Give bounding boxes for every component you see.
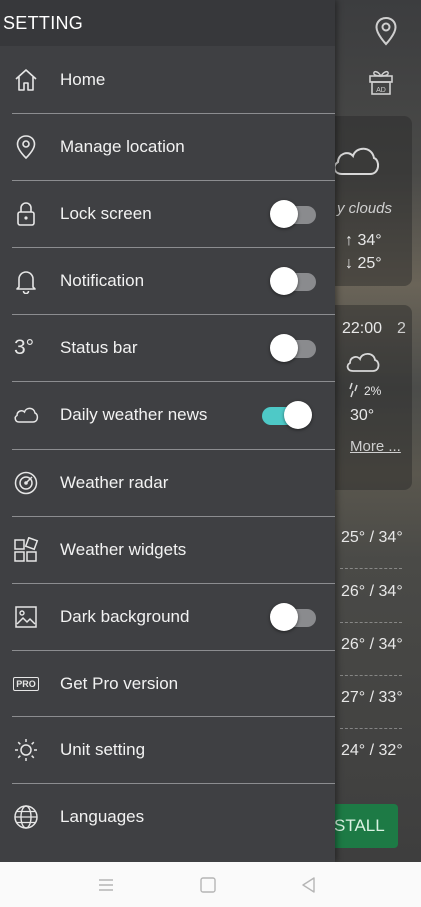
lock-icon (12, 200, 40, 228)
menu-item-lock-screen[interactable]: Lock screen (0, 181, 335, 247)
gift-ad-icon[interactable]: AD (368, 68, 394, 96)
bell-icon (12, 267, 40, 295)
menu-label: Daily weather news (60, 405, 208, 424)
location-pin-icon[interactable] (374, 16, 398, 46)
daily-divider (340, 675, 402, 676)
cloud-icon (333, 147, 380, 175)
high-temp-value: 34° (357, 232, 382, 249)
menu-label: Status bar (60, 338, 138, 357)
menu-label: Weather radar (60, 473, 169, 492)
menu-item-unit-setting[interactable]: Unit setting (0, 717, 335, 783)
toggle-knob (284, 401, 312, 429)
daily-row-1: 25° / 34° (341, 529, 403, 546)
cloud-icon (12, 401, 40, 429)
home-icon (12, 66, 40, 94)
hour-temp: 30° (350, 407, 375, 424)
menu-item-weather-widgets[interactable]: Weather widgets (0, 517, 335, 583)
menu-label: Manage location (60, 137, 185, 156)
system-nav-bar (0, 862, 421, 907)
home-nav-icon[interactable] (197, 874, 219, 896)
condition-text: y clouds (337, 200, 393, 217)
menu-item-notification[interactable]: Notification (0, 248, 335, 314)
daily-row-2: 26° / 34° (341, 583, 403, 600)
high-temp: ↑ 34° (345, 232, 382, 249)
daily-row-5: 24° / 32° (341, 742, 403, 759)
menu-label: Home (60, 70, 106, 89)
menu-label: Unit setting (60, 740, 146, 759)
menu-label: Weather widgets (60, 540, 187, 559)
radar-icon (12, 469, 40, 497)
status-bar-toggle[interactable] (270, 333, 318, 363)
toggle-knob (270, 603, 298, 631)
lock-screen-toggle[interactable] (270, 199, 318, 229)
daily-row-3: 26° / 34° (341, 636, 403, 653)
daily-weather-news-toggle[interactable] (262, 400, 318, 430)
toggle-knob (270, 334, 298, 362)
rain-drops-icon (349, 382, 358, 398)
notification-toggle[interactable] (270, 266, 318, 296)
daily-divider (340, 728, 402, 729)
menu-label: Dark background (60, 607, 190, 626)
globe-icon (12, 803, 40, 831)
settings-drawer: SETTING Home Manage location Lock screen… (0, 0, 335, 862)
toggle-knob (270, 267, 298, 295)
menu-item-status-bar[interactable]: 3° Status bar (0, 315, 335, 381)
more-link[interactable]: More ... (350, 438, 401, 455)
status-bar-icon-text: 3° (14, 336, 35, 359)
menu-nav-icon[interactable] (95, 874, 117, 896)
back-nav-icon[interactable] (298, 874, 320, 896)
menu-label: Lock screen (60, 204, 152, 223)
image-icon (12, 603, 40, 631)
svg-text:AD: AD (376, 87, 386, 94)
widgets-icon (12, 536, 40, 564)
menu-label: Notification (60, 271, 145, 290)
pro-badge-text: PRO (13, 677, 39, 691)
menu-item-manage-location[interactable]: Manage location (0, 114, 335, 180)
menu-item-languages[interactable]: Languages (0, 784, 335, 850)
daily-row-4: 27° / 33° (341, 689, 403, 706)
dark-background-toggle[interactable] (270, 602, 318, 632)
location-pin-icon (12, 133, 40, 161)
low-temp-value: 25° (357, 255, 382, 272)
menu-item-get-pro-version[interactable]: PRO Get Pro version (0, 651, 335, 717)
precip-value: 2% (364, 384, 382, 398)
hour-extra: 2 (397, 320, 406, 337)
drawer-header: SETTING (0, 0, 335, 46)
low-temp: ↓ 25° (345, 255, 382, 272)
hour-cloud-icon (346, 352, 380, 372)
menu-item-weather-radar[interactable]: Weather radar (0, 450, 335, 516)
menu-item-daily-weather-news[interactable]: Daily weather news (0, 382, 335, 448)
hour-time: 22:00 (342, 320, 383, 337)
sun-icon (12, 736, 40, 764)
menu-label: Get Pro version (60, 674, 179, 693)
pro-badge-icon: PRO (12, 670, 40, 698)
menu-label: Languages (60, 807, 145, 826)
menu-item-dark-background[interactable]: Dark background (0, 584, 335, 650)
status-bar-temp-icon: 3° (14, 334, 46, 362)
drawer-title: SETTING (3, 12, 84, 33)
daily-divider (340, 568, 402, 569)
menu-item-home[interactable]: Home (0, 47, 335, 113)
daily-divider (340, 622, 402, 623)
toggle-knob (270, 200, 298, 228)
